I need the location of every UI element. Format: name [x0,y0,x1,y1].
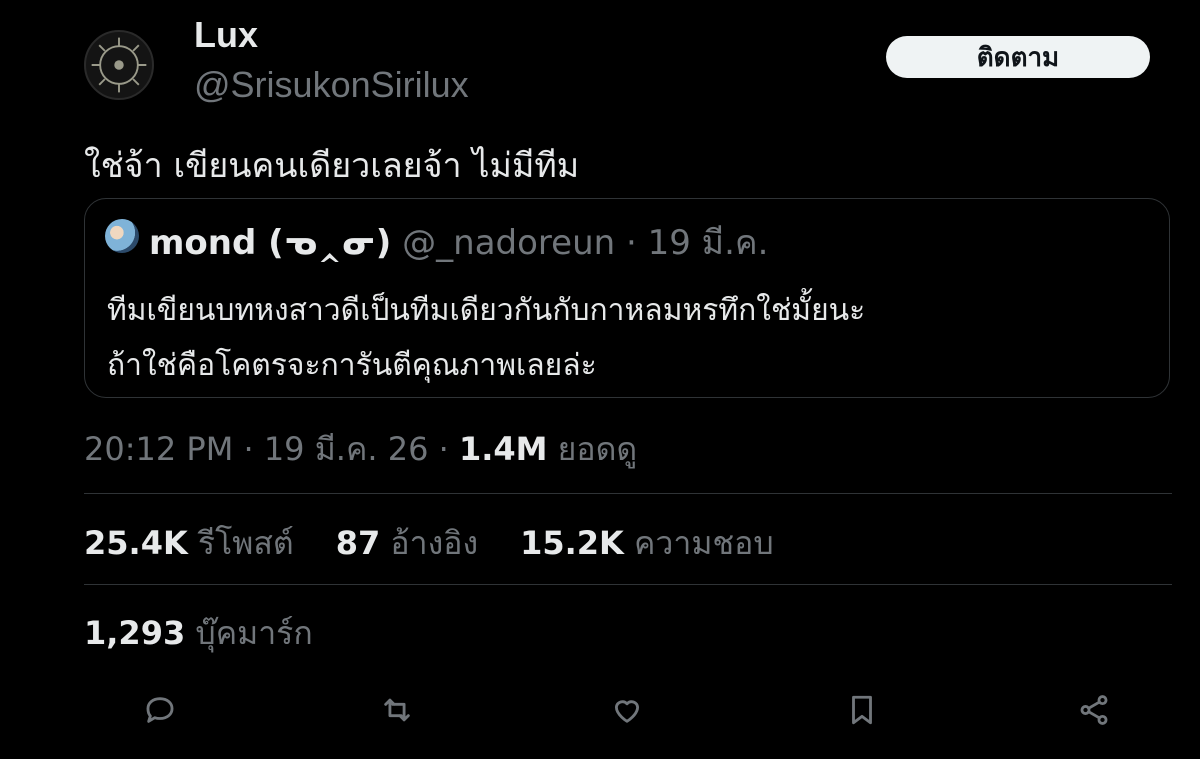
follow-button[interactable]: ติดตาม [886,36,1150,78]
avatar[interactable] [84,30,154,100]
engagement-stats: 25.4K รีโพสต์ 87 อ้างอิง 15.2K ความชอบ [84,518,774,569]
bookmark-count: 1,293 [84,614,186,652]
view-label: ยอดดู [557,430,638,468]
quoted-text-line: ทีมเขียนบทหงสาวดีเป็นทีมเดียวกันกับกาหลม… [107,293,866,328]
like-icon [614,700,640,723]
reply-icon [146,697,174,723]
tweet-date[interactable]: 19 มี.ค. 26 [264,430,429,468]
quoted-tweet[interactable]: mond (ᓀ‸ᓂ) @_nadoreun · 19 มี.ค. ทีมเขีย… [84,198,1170,398]
like-stat[interactable]: 15.2K ความชอบ [520,518,774,569]
share-button[interactable] [1074,690,1114,730]
reply-button[interactable] [140,690,180,730]
repost-label: รีโพสต์ [197,524,294,562]
bookmark-stat: 1,293 บุ๊คมาร์ก [84,608,313,659]
action-bar [0,690,1200,740]
avatar-emblem-icon [91,37,147,93]
quote-stat[interactable]: 87 อ้างอิง [336,518,478,569]
repost-button[interactable] [377,690,417,730]
bookmark-icon [852,695,872,725]
quoted-text: ทีมเขียนบทหงสาวดีเป็นทีมเดียวกันกับกาหลม… [107,283,865,393]
repost-icon [384,698,410,722]
divider [84,584,1172,585]
tweet-meta: 20:12 PM · 19 มี.ค. 26 · 1.4M ยอดดู [84,430,638,468]
quoted-separator: · [615,223,648,263]
repost-count: 25.4K [84,524,188,562]
quoted-name[interactable]: mond (ᓀ‸ᓂ) [149,223,391,263]
author-name[interactable]: Lux [194,14,258,56]
quote-label: อ้างอิง [390,524,479,562]
share-icon [1080,695,1108,725]
author-handle[interactable]: @SrisukonSirilux [194,64,469,106]
quoted-avatar[interactable] [105,219,139,253]
divider [84,493,1172,494]
like-button[interactable] [607,690,647,730]
like-count: 15.2K [520,524,624,562]
quote-count: 87 [335,524,381,562]
like-label: ความชอบ [633,524,774,562]
tweet-text: ใช่จ้า เขียนคนเดียวเลยจ้า ไม่มีทีม [84,146,580,186]
tweet-time[interactable]: 20:12 PM [84,430,233,468]
repost-stat[interactable]: 25.4K รีโพสต์ [84,518,294,569]
view-count: 1.4M [458,430,548,468]
quoted-header: mond (ᓀ‸ᓂ) @_nadoreun · 19 มี.ค. [149,215,768,269]
quoted-text-line: ถ้าใช่คือโคตรจะการันตีคุณภาพเลยล่ะ [107,348,597,383]
bookmark-label: บุ๊คมาร์ก [195,614,313,652]
quoted-date[interactable]: 19 มี.ค. [648,223,769,263]
bookmark-button[interactable] [842,690,882,730]
quoted-handle[interactable]: @_nadoreun [402,223,615,263]
